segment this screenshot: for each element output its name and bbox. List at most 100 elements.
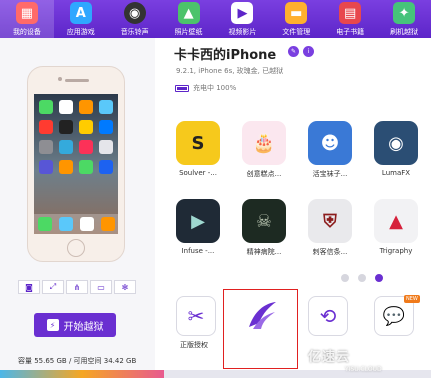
app-item[interactable]: ◉ LumaFX xyxy=(374,121,418,177)
home-app-icon xyxy=(59,100,73,114)
start-jailbreak-label: 开始越狱 xyxy=(63,321,104,333)
horror-game-icon: ☠ xyxy=(242,199,286,243)
camera-dot xyxy=(58,77,62,81)
lumafx-icon: ◉ xyxy=(374,121,418,165)
device-toolbar: ◙ ⤢ ⋔ ▭ ✻ xyxy=(18,280,138,294)
nav-label: 音乐铃声 xyxy=(120,28,149,36)
device-info: 9.2.1, iPhone 6s, 玫瑰金, 已越狱 xyxy=(176,67,284,75)
home-app-icon xyxy=(79,160,93,174)
home-app-icon xyxy=(39,160,53,174)
infuse-icon: ▶ xyxy=(176,199,220,243)
nav-label: 应用游戏 xyxy=(66,28,95,36)
start-jailbreak-button[interactable]: ⚡ 开始越狱 xyxy=(34,313,116,337)
nav-photos[interactable]: ▲ 照片壁纸 xyxy=(162,0,216,38)
dock-app-icon xyxy=(58,217,73,231)
watermark-sub: YISU.CLOUD xyxy=(345,366,382,373)
history-icon: ⟲ xyxy=(319,304,337,328)
cake-game-icon: 🎂 xyxy=(242,121,286,165)
video-icon: ▶ xyxy=(231,2,254,24)
home-app-icon xyxy=(79,100,93,114)
nav-jailbreak[interactable]: ✦ 刷机越狱 xyxy=(377,0,431,38)
home-app-icon xyxy=(99,120,113,134)
jailbreak-small-icon: ⚡ xyxy=(46,319,59,331)
nav-books[interactable]: ▤ 电子书籍 xyxy=(323,0,377,38)
info-icon[interactable]: i xyxy=(303,46,314,57)
edit-icon[interactable]: ✎ xyxy=(288,46,299,57)
app-label: Soulver -... xyxy=(179,169,217,177)
app-item[interactable]: S Soulver -... xyxy=(176,121,220,177)
speaker-slot xyxy=(65,79,89,82)
top-nav: ▦ 我的设备 A 应用游戏 ◉ 音乐铃声 ▲ 照片壁纸 ▶ 视频影片 ▬ 文件管… xyxy=(0,0,431,38)
home-button-graphic xyxy=(67,239,85,257)
photo-icon: ▲ xyxy=(177,2,200,24)
nav-label: 视频影片 xyxy=(228,28,257,36)
history-tile[interactable]: ⟲ xyxy=(308,296,348,336)
app-label: Trigraphy xyxy=(379,247,413,255)
page-dots xyxy=(341,274,392,282)
app-item[interactable]: 🎂 创意糕点... xyxy=(242,121,286,179)
jailbreak-icon: ✦ xyxy=(393,2,416,24)
settings-icon[interactable]: ✻ xyxy=(114,280,136,294)
nav-my-device[interactable]: ▦ 我的设备 xyxy=(0,0,54,38)
device-icon: ▦ xyxy=(15,2,38,24)
nav-label: 刷机越狱 xyxy=(390,28,419,36)
phone-image xyxy=(27,66,125,262)
app-label: 刺客信条... xyxy=(312,248,348,256)
folder-icon: ▬ xyxy=(285,2,308,24)
home-app-icon xyxy=(39,140,53,154)
fullscreen-icon[interactable]: ⤢ xyxy=(42,280,64,294)
app-label: 活宝袜子... xyxy=(312,170,348,178)
phone-screen xyxy=(34,94,118,234)
app-item[interactable]: ☠ 精神病院... xyxy=(242,199,286,257)
nav-files[interactable]: ▬ 文件管理 xyxy=(269,0,323,38)
book-icon: ▤ xyxy=(339,2,362,24)
battery-text: 充电中 100% xyxy=(193,84,237,92)
home-app-icon xyxy=(59,120,73,134)
home-app-icon xyxy=(99,160,113,174)
phone-dock xyxy=(34,214,118,234)
selection-highlight xyxy=(223,289,298,369)
nav-label: 文件管理 xyxy=(282,28,311,36)
device-name: 卡卡西的iPhone xyxy=(174,48,277,63)
home-app-icon xyxy=(99,140,113,154)
page-dot-active[interactable] xyxy=(375,274,383,282)
nav-label: 照片壁纸 xyxy=(174,28,203,36)
home-app-icon xyxy=(39,100,53,114)
genuine-license-tile[interactable]: ✂ xyxy=(176,296,216,336)
nav-label: 我的设备 xyxy=(12,28,41,36)
dock-app-icon xyxy=(37,217,52,231)
soulver-icon: S xyxy=(176,121,220,165)
new-badge: NEW xyxy=(404,295,420,303)
page-dot[interactable] xyxy=(358,274,366,282)
battery-icon xyxy=(175,84,189,92)
home-app-icon xyxy=(79,120,93,134)
app-item[interactable]: ▶ Infuse -... xyxy=(176,199,220,255)
app-label: 精神病院... xyxy=(246,248,282,256)
assassins-creed-icon: ⛨ xyxy=(308,199,352,243)
device-name-actions: ✎ i xyxy=(288,46,318,57)
screenshot-icon[interactable]: ◙ xyxy=(18,280,40,294)
nav-label: 电子书籍 xyxy=(336,28,365,36)
share-icon[interactable]: ⋔ xyxy=(66,280,88,294)
storage-text: 容量 55.65 GB / 可用空间 34.42 GB xyxy=(18,357,137,365)
watermark-logo: 亿速云 xyxy=(308,350,351,365)
home-app-icon xyxy=(99,100,113,114)
home-app-icon xyxy=(39,120,53,134)
app-item[interactable]: ⛨ 刺客信条... xyxy=(308,199,352,257)
app-item[interactable]: ▲ Trigraphy xyxy=(374,199,418,255)
nav-video[interactable]: ▶ 视频影片 xyxy=(216,0,270,38)
nav-apps-games[interactable]: A 应用游戏 xyxy=(54,0,108,38)
app-store-icon: A xyxy=(69,2,92,24)
tile-label: 正版授权 xyxy=(180,341,208,349)
dock-app-icon xyxy=(100,217,115,231)
app-label: LumaFX xyxy=(381,169,411,177)
monster-game-icon: ☻ xyxy=(308,121,352,165)
trigraphy-icon: ▲ xyxy=(374,199,418,243)
nav-music[interactable]: ◉ 音乐铃声 xyxy=(108,0,162,38)
home-app-icon xyxy=(59,160,73,174)
app-item[interactable]: ☻ 活宝袜子... xyxy=(308,121,352,179)
app-label: Infuse -... xyxy=(181,247,215,255)
page-dot[interactable] xyxy=(341,274,349,282)
dock-app-icon xyxy=(79,217,94,231)
battery-tool-icon[interactable]: ▭ xyxy=(90,280,112,294)
